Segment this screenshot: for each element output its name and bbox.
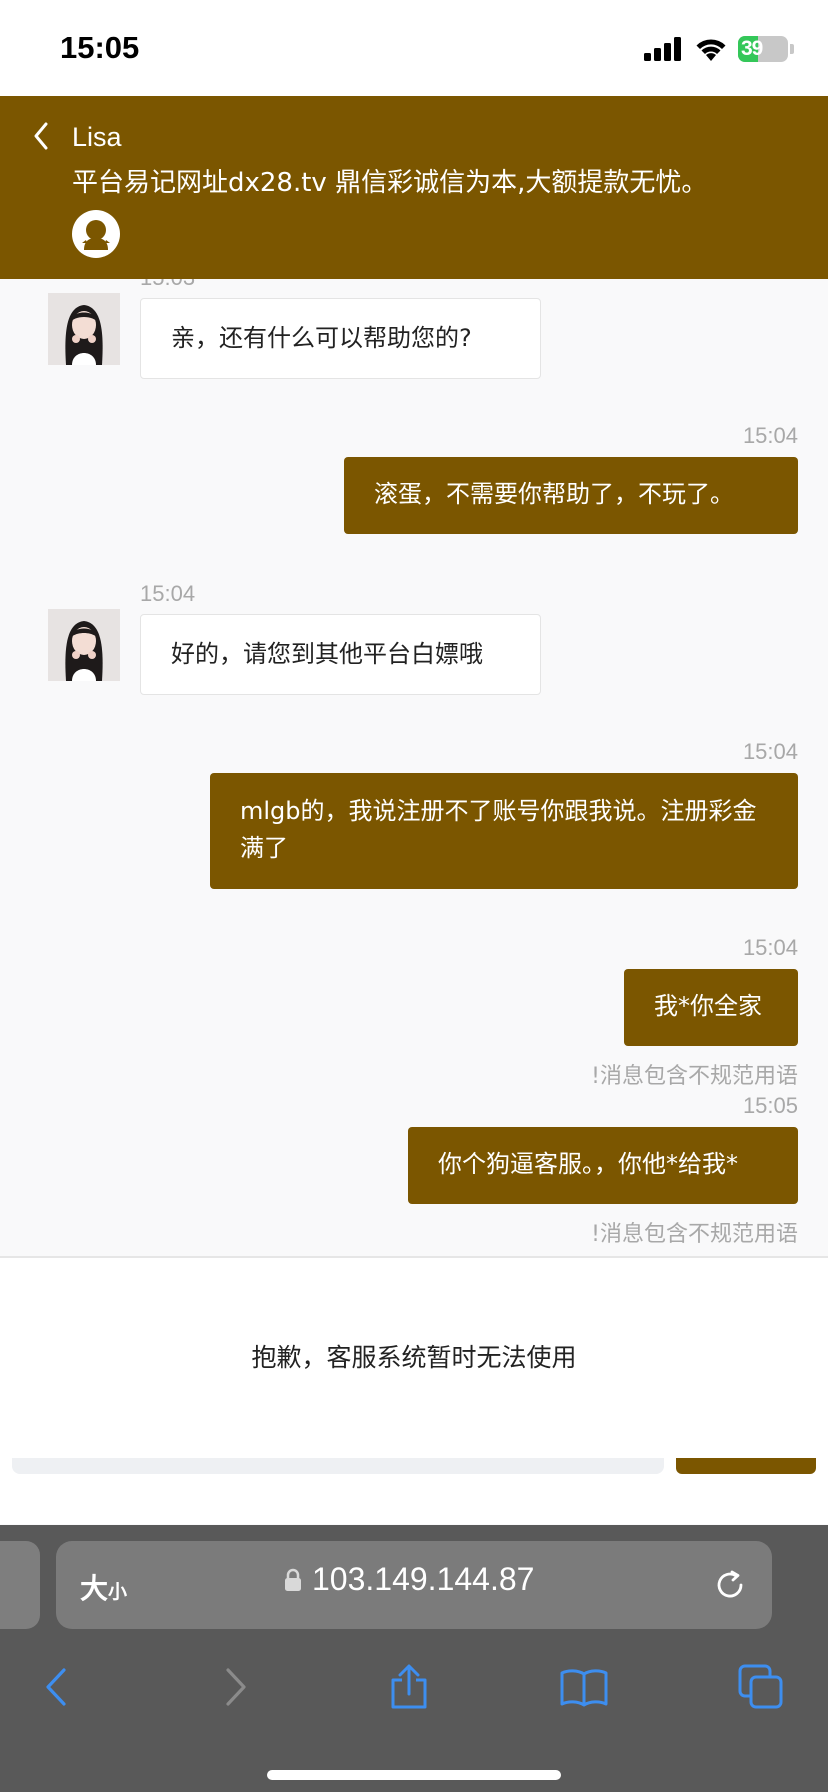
reload-icon[interactable] — [712, 1567, 748, 1603]
message-timestamp: 15:05 — [742, 1093, 798, 1118]
outgoing-message-bubble: 我*你全家 — [624, 969, 798, 1046]
text-size-button[interactable]: 大小 — [80, 1567, 127, 1607]
cellular-signal-icon — [644, 37, 681, 61]
agent-photo-icon — [48, 609, 120, 681]
home-indicator[interactable] — [267, 1770, 561, 1780]
share-icon — [391, 1664, 427, 1709]
url-display[interactable]: 103.149.144.87 — [284, 1561, 534, 1598]
status-bar: 15:05 39 — [0, 0, 828, 96]
book-icon — [560, 1669, 608, 1707]
tabs-button[interactable] — [737, 1663, 785, 1711]
profanity-warning: !消息包含不规范用语 — [591, 1064, 798, 1089]
browser-bottom-bar: 大小 103.149.144.87 — [0, 1525, 828, 1792]
message-input-edge — [12, 1458, 664, 1474]
previous-tab-edge[interactable] — [0, 1541, 40, 1629]
agent-avatar — [48, 293, 120, 365]
header-announcement: 平台易记网址dx28.tv 鼎信彩诚信为本,大额提款无忧。 — [72, 168, 708, 198]
profanity-warning: !消息包含不规范用语 — [591, 1222, 798, 1247]
lock-icon — [285, 1568, 301, 1591]
battery-tip — [790, 44, 794, 54]
chat-header: Lisa 平台易记网址dx28.tv 鼎信彩诚信为本,大额提款无忧。 — [0, 96, 828, 279]
person-silhouette-icon — [82, 220, 110, 250]
address-bar[interactable]: 大小 103.149.144.87 — [56, 1541, 772, 1629]
outgoing-message-bubble: 你个狗逼客服。，你他*给我* — [408, 1127, 798, 1204]
message-timestamp: 15:04 — [742, 423, 798, 448]
message-timestamp: 15:03 — [140, 279, 195, 291]
incoming-message-bubble: 亲，还有什么可以帮助您的? — [140, 298, 541, 379]
outgoing-message-bubble: mlgb的，我说注册不了账号你跟我说。注册彩金满了 — [210, 773, 798, 889]
outgoing-message-bubble: 滚蛋，不需要你帮助了，不玩了。 — [344, 457, 798, 534]
message-list[interactable]: 15:03 亲，还有什么可以帮助您的? 15:04 滚蛋，不需要你帮助了，不玩了… — [0, 279, 828, 1256]
url-text: 103.149.144.87 — [312, 1561, 535, 1597]
agent-avatar — [48, 609, 120, 681]
agent-photo-icon — [48, 293, 120, 365]
forward-arrow-icon — [226, 1668, 246, 1706]
share-button[interactable] — [385, 1663, 433, 1711]
message-timestamp: 15:04 — [742, 935, 798, 960]
agent-avatar-icon — [72, 210, 120, 258]
battery-icon: 39 — [738, 36, 788, 62]
browser-forward-button[interactable] — [211, 1663, 259, 1711]
browser-toolbar — [0, 1651, 828, 1717]
tabs-icon — [738, 1664, 783, 1709]
bookmarks-button[interactable] — [560, 1663, 608, 1711]
message-timestamp: 15:04 — [140, 581, 196, 606]
send-button-edge — [676, 1458, 816, 1474]
browser-back-button[interactable] — [33, 1663, 81, 1711]
battery-percentage: 39 — [741, 37, 763, 60]
back-chevron-icon[interactable] — [24, 116, 60, 156]
incoming-message-bubble: 好的，请您到其他平台白嫖哦 — [140, 614, 541, 695]
text-size-large-glyph: 大 — [80, 1572, 109, 1605]
agent-name: Lisa — [72, 122, 122, 152]
service-unavailable-text: 抱歉，客服系统暂时无法使用 — [251, 1343, 577, 1372]
message-timestamp: 15:04 — [742, 739, 798, 764]
text-size-small-glyph: 小 — [108, 1581, 128, 1603]
wifi-icon — [696, 39, 726, 61]
service-unavailable-panel: 抱歉，客服系统暂时无法使用 — [0, 1258, 828, 1524]
status-time: 15:05 — [60, 30, 140, 65]
status-indicators: 39 — [644, 33, 794, 65]
back-arrow-icon — [46, 1668, 66, 1706]
